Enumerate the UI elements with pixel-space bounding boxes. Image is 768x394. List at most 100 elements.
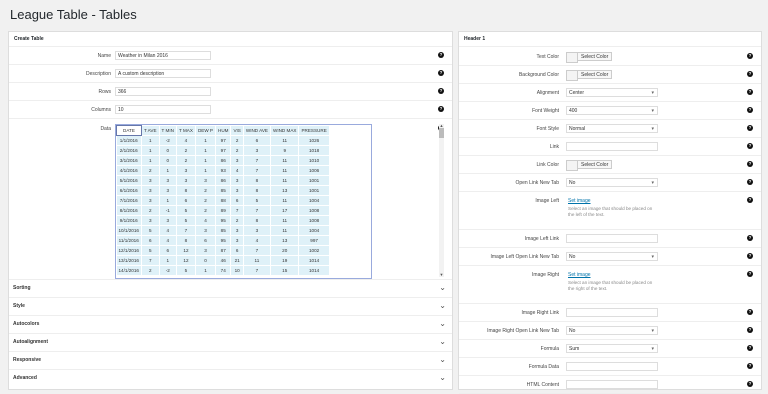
grid-cell[interactable]: 9	[270, 145, 300, 156]
grid-cell[interactable]: 12/1/2016	[116, 245, 142, 256]
setting-input[interactable]	[566, 362, 658, 371]
grid-cell[interactable]: 1/1/2016	[116, 135, 142, 146]
chevron-down-icon[interactable]: ⌄	[439, 373, 446, 382]
grid-cell[interactable]: 5	[141, 245, 160, 256]
grid-cell[interactable]: -1	[159, 205, 177, 216]
grid-cell[interactable]: -2	[159, 265, 177, 276]
setting-select[interactable]: No ▾	[566, 326, 658, 335]
grid-cell[interactable]: 3	[141, 175, 160, 186]
grid-cell[interactable]: 88	[215, 195, 232, 206]
grid-cell[interactable]: 97	[215, 145, 232, 156]
setting-input[interactable]	[566, 234, 658, 243]
grid-cell[interactable]: 1010	[298, 155, 330, 166]
section-sorting[interactable]: Sorting ⌄	[9, 279, 452, 297]
grid-cell[interactable]: 6	[159, 245, 177, 256]
grid-cell[interactable]: 85	[215, 185, 232, 196]
grid-cell[interactable]: 7/1/2016	[116, 195, 142, 206]
grid-cell[interactable]: 4	[159, 235, 177, 246]
grid-cell[interactable]: 6	[243, 135, 272, 146]
grid-cell[interactable]: 0	[159, 155, 177, 166]
grid-cell[interactable]: 1008	[298, 215, 330, 226]
grid-cell[interactable]: 1018	[298, 145, 330, 156]
grid-cell[interactable]: 7	[230, 205, 244, 216]
help-icon[interactable]: ?	[747, 235, 753, 241]
section-style[interactable]: Style ⌄	[9, 297, 452, 315]
grid-cell[interactable]: -2	[159, 135, 177, 146]
setting-select[interactable]: No ▾	[566, 178, 658, 187]
rows-input[interactable]: 366	[115, 87, 211, 96]
grid-cell[interactable]: 3	[195, 245, 217, 256]
help-icon[interactable]: ?	[747, 179, 753, 185]
grid-cell[interactable]: 8	[176, 185, 196, 196]
dropdown-arrow-icon[interactable]: ▾	[651, 327, 654, 336]
grid-cell[interactable]: 8	[243, 215, 272, 226]
grid-cell[interactable]: 1004	[298, 225, 330, 236]
section-autoalignment[interactable]: Autoalignment ⌄	[9, 333, 452, 351]
grid-cell[interactable]: 2	[230, 215, 244, 226]
grid-cell[interactable]: 2	[230, 145, 244, 156]
grid-cell[interactable]: 15	[270, 265, 300, 276]
setting-input[interactable]	[566, 142, 658, 151]
chevron-down-icon[interactable]: ⌄	[439, 337, 446, 346]
help-icon[interactable]: ?	[747, 197, 753, 203]
grid-cell[interactable]: 13	[270, 235, 300, 246]
grid-cell[interactable]: 5	[141, 225, 160, 236]
grid-cell[interactable]: 1	[141, 145, 160, 156]
help-icon[interactable]: ?	[747, 53, 753, 59]
grid-cell[interactable]: 3	[176, 165, 196, 176]
setting-input[interactable]	[566, 308, 658, 317]
grid-cell[interactable]: 2	[176, 145, 196, 156]
grid-cell[interactable]: 6	[230, 195, 244, 206]
grid-cell[interactable]: 2	[195, 195, 217, 206]
grid-cell[interactable]: 9/1/2016	[116, 215, 142, 226]
grid-cell[interactable]: 11	[270, 225, 300, 236]
grid-cell[interactable]: 1004	[298, 195, 330, 206]
grid-cell[interactable]: 3	[141, 195, 160, 206]
grid-cell[interactable]: 997	[298, 235, 330, 246]
chevron-down-icon[interactable]: ⌄	[439, 355, 446, 364]
dropdown-arrow-icon[interactable]: ▾	[651, 89, 654, 98]
grid-cell[interactable]: 10	[230, 265, 244, 276]
grid-cell[interactable]: 1014	[298, 255, 330, 266]
grid-header-cell[interactable]: DATE	[116, 125, 142, 136]
help-icon[interactable]: ?	[747, 327, 753, 333]
grid-cell[interactable]: 4	[195, 215, 217, 226]
grid-cell[interactable]: 4	[230, 165, 244, 176]
grid-cell[interactable]: 6	[195, 235, 217, 246]
grid-cell[interactable]: 86	[215, 175, 232, 186]
grid-cell[interactable]: 0	[159, 145, 177, 156]
grid-cell[interactable]: 11	[270, 165, 300, 176]
grid-cell[interactable]: 11	[270, 135, 300, 146]
grid-cell[interactable]: 3	[243, 145, 272, 156]
help-icon[interactable]: ?	[747, 71, 753, 77]
grid-cell[interactable]: 7	[243, 155, 272, 166]
help-icon[interactable]: ?	[747, 107, 753, 113]
section-responsive[interactable]: Responsive ⌄	[9, 351, 452, 369]
grid-cell[interactable]: 2/1/2016	[116, 145, 142, 156]
grid-cell[interactable]: 6	[141, 235, 160, 246]
section-advanced[interactable]: Advanced ⌄	[9, 369, 452, 387]
chevron-down-icon[interactable]: ⌄	[439, 283, 446, 292]
grid-cell[interactable]: 95	[215, 235, 232, 246]
grid-cell[interactable]: 3/1/2016	[116, 155, 142, 166]
grid-header-cell[interactable]: T AVE	[141, 125, 160, 136]
grid-cell[interactable]: 3	[176, 175, 196, 186]
grid-cell[interactable]: 11	[270, 175, 300, 186]
setting-select[interactable]: Sum ▾	[566, 344, 658, 353]
grid-cell[interactable]: 1002	[298, 245, 330, 256]
grid-cell[interactable]: 11	[270, 155, 300, 166]
scroll-down-icon[interactable]: ▼	[439, 273, 444, 277]
grid-cell[interactable]: 3	[243, 225, 272, 236]
grid-cell[interactable]: 3	[141, 215, 160, 226]
dropdown-arrow-icon[interactable]: ▾	[651, 107, 654, 116]
grid-cell[interactable]: 6/1/2016	[116, 185, 142, 196]
grid-cell[interactable]: 46	[215, 255, 232, 266]
grid-header-cell[interactable]: PRESSURE	[298, 125, 330, 136]
help-icon[interactable]: ?	[747, 381, 753, 387]
grid-cell[interactable]: 3	[141, 185, 160, 196]
grid-header-cell[interactable]: T MIN	[159, 125, 177, 136]
grid-cell[interactable]: 5	[243, 195, 272, 206]
grid-header-cell[interactable]: WIND AVE	[243, 125, 272, 136]
grid-cell[interactable]: 85	[215, 225, 232, 236]
chevron-down-icon[interactable]: ⌄	[439, 319, 446, 328]
